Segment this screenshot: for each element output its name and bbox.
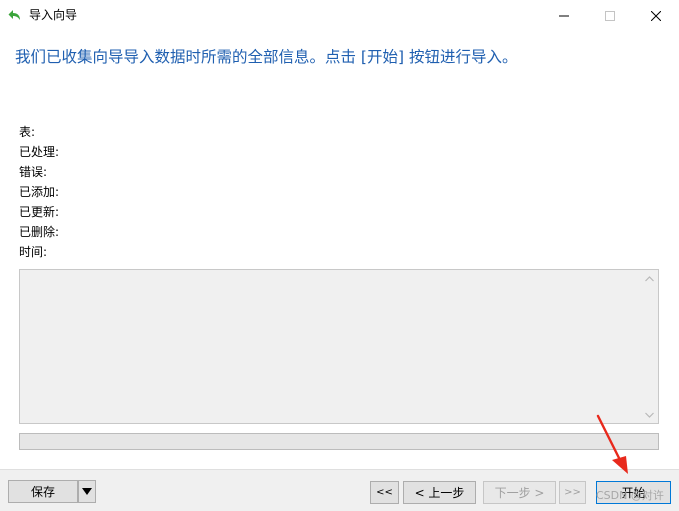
scroll-down-icon[interactable] xyxy=(641,406,658,423)
import-stats: 表: 已处理: 错误: 已添加: 已更新: 已删除: 时间: xyxy=(19,124,59,264)
back-arrow-icon xyxy=(7,7,23,23)
minimize-icon xyxy=(559,15,569,16)
stat-processed-label: 已处理: xyxy=(19,145,60,159)
close-button[interactable] xyxy=(633,0,679,31)
wizard-instruction: 我们已收集向导导入数据时所需的全部信息。点击 [开始] 按钮进行导入。 xyxy=(15,48,518,66)
minimize-button[interactable] xyxy=(541,0,587,31)
stat-added-label: 已添加: xyxy=(19,185,60,199)
title-bar: 导入向导 xyxy=(0,0,679,31)
stat-table-label: 表: xyxy=(19,125,36,139)
maximize-icon xyxy=(605,10,615,21)
next-step-button[interactable]: 下一步 > xyxy=(483,481,556,504)
previous-step-button[interactable]: < 上一步 xyxy=(403,481,476,504)
stat-time-label: 时间: xyxy=(19,245,48,259)
stat-deleted-label: 已删除: xyxy=(19,225,60,239)
annotation-arrow-icon xyxy=(596,414,628,474)
first-step-button[interactable]: << xyxy=(370,481,399,504)
log-scrollbar[interactable] xyxy=(641,270,658,423)
scroll-up-icon[interactable] xyxy=(641,270,658,287)
import-progress-bar xyxy=(19,433,659,450)
maximize-button[interactable] xyxy=(587,0,633,31)
save-button[interactable]: 保存 xyxy=(8,480,78,503)
stat-updated-label: 已更新: xyxy=(19,205,60,219)
window-title: 导入向导 xyxy=(29,8,78,22)
import-log-area[interactable] xyxy=(19,269,659,424)
close-icon xyxy=(651,10,661,21)
dropdown-arrow-icon xyxy=(82,488,92,495)
wizard-button-bar: 保存 << < 上一步 下一步 > >> 开始 xyxy=(0,469,679,511)
save-dropdown-button[interactable] xyxy=(78,480,96,503)
watermark: CSDN @对许 xyxy=(596,489,664,502)
last-step-button[interactable]: >> xyxy=(559,481,586,504)
stat-errors-label: 错误: xyxy=(19,165,48,179)
